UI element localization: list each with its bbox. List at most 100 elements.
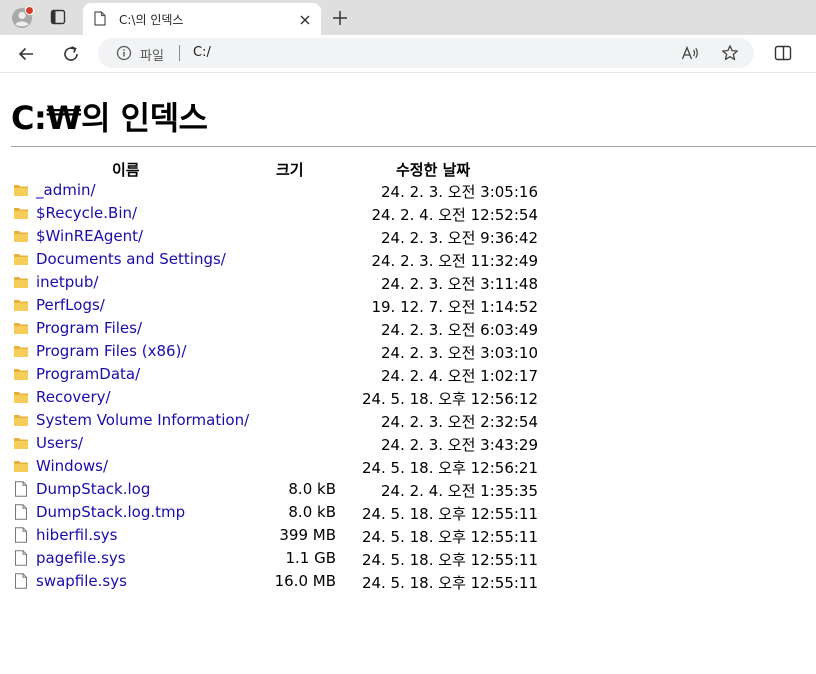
- folder-link[interactable]: Recovery/: [36, 388, 111, 406]
- table-row: Program Files (x86)/ 24. 2. 3. 오전 3:03:10: [0, 341, 816, 364]
- folder-icon: [13, 343, 29, 359]
- table-row: DumpStack.log.tmp 8.0 kB 24. 5. 18. 오후 12:…: [0, 502, 816, 525]
- file-icon: [13, 527, 29, 543]
- folder-icon: [13, 435, 29, 451]
- folder-link[interactable]: System Volume Information/: [36, 411, 249, 429]
- toolbar: 파일 C:/: [0, 35, 816, 73]
- folder-icon: [13, 228, 29, 244]
- folder-icon: [13, 458, 29, 474]
- folder-link[interactable]: PerfLogs/: [36, 296, 105, 314]
- modified-date: 24. 5. 18. 오후 12:55:11: [361, 505, 538, 523]
- active-tab[interactable]: C:\의 인덱스: [83, 3, 321, 35]
- modified-date: 24. 2. 3. 오전 11:32:49: [371, 252, 538, 270]
- file-link[interactable]: DumpStack.log.tmp: [36, 503, 185, 521]
- document-icon: [94, 11, 106, 26]
- close-tab-icon[interactable]: [298, 12, 312, 26]
- table-row: swapfile.sys 16.0 MB 24. 5. 18. 오후 12:55:1…: [0, 571, 816, 594]
- address-scheme-label: 파일: [140, 49, 164, 64]
- folder-link[interactable]: Windows/: [36, 457, 108, 475]
- folder-link[interactable]: inetpub/: [36, 273, 98, 291]
- table-row: System Volume Information/24. 2. 3. 오전 2…: [0, 410, 816, 433]
- read-aloud-icon[interactable]: [681, 45, 699, 61]
- refresh-icon[interactable]: [61, 44, 81, 64]
- column-header-size[interactable]: 크기: [276, 159, 304, 180]
- table-row: Users/24. 2. 3. 오전 3:43:29: [0, 433, 816, 456]
- table-row: PerfLogs/19. 12. 7. 오전 1:14:52: [0, 295, 816, 318]
- header-divider: [11, 146, 816, 147]
- table-row: _admin/24. 2. 3. 오전 3:05:16: [0, 180, 816, 203]
- table-row: Recovery/24. 5. 18. 오후 12:56:12: [0, 387, 816, 410]
- table-row: Documents and Settings/24. 2. 3. 오전 11:3…: [0, 249, 816, 272]
- modified-date: 24. 2. 3. 오전 3:43:29: [381, 436, 538, 454]
- folder-link[interactable]: Documents and Settings/: [36, 250, 226, 268]
- folder-link[interactable]: _admin/: [36, 181, 96, 199]
- modified-date: 24. 5. 18. 오후 12:56:21: [361, 459, 538, 477]
- folder-icon: [13, 251, 29, 267]
- folder-link[interactable]: ProgramData/: [36, 365, 140, 383]
- modified-date: 24. 2. 3. 오전 3:05:16: [381, 183, 538, 201]
- folder-link[interactable]: Users/: [36, 434, 83, 452]
- favorite-star-icon[interactable]: [721, 44, 739, 62]
- modified-date: 19. 12. 7. 오전 1:14:52: [371, 298, 538, 316]
- file-size: 1.1 GB: [285, 549, 336, 567]
- folder-icon: [13, 412, 29, 428]
- folder-icon: [13, 389, 29, 405]
- file-icon: [13, 573, 29, 589]
- file-icon: [13, 504, 29, 520]
- modified-date: 24. 2. 3. 오전 9:36:42: [381, 229, 538, 247]
- folder-link[interactable]: Program Files (x86)/: [36, 342, 186, 360]
- folder-icon: [13, 320, 29, 336]
- file-link[interactable]: DumpStack.log: [36, 480, 150, 498]
- tab-actions-icon[interactable]: [50, 9, 66, 25]
- column-header-name[interactable]: 이름: [112, 159, 140, 180]
- table-row: Windows/24. 5. 18. 오후 12:56:21: [0, 456, 816, 479]
- tab-strip: C:\의 인덱스: [0, 0, 816, 35]
- folder-icon: [13, 297, 29, 313]
- file-size: 8.0 kB: [288, 503, 336, 521]
- table-row: DumpStack.log 8.0 kB 24. 2. 4. 오전 1:35:35: [0, 479, 816, 502]
- file-size: 8.0 kB: [288, 480, 336, 498]
- modified-date: 24. 2. 3. 오전 3:11:48: [381, 275, 538, 293]
- modified-date: 24. 5. 18. 오후 12:55:11: [361, 528, 538, 546]
- modified-date: 24. 5. 18. 오후 12:56:12: [361, 390, 538, 408]
- directory-listing: _admin/24. 2. 3. 오전 3:05:16 $Recycle.Bin/…: [0, 180, 816, 594]
- tab-title: C:\의 인덱스: [119, 13, 184, 27]
- column-header-modified[interactable]: 수정한 날짜: [396, 159, 470, 180]
- file-icon: [13, 481, 29, 497]
- file-size: 16.0 MB: [274, 572, 336, 590]
- table-row: hiberfil.sys 399 MB 24. 5. 18. 오후 12:55:11: [0, 525, 816, 548]
- folder-link[interactable]: $Recycle.Bin/: [36, 204, 137, 222]
- folder-link[interactable]: $WinREAgent/: [36, 227, 143, 245]
- table-row: inetpub/24. 2. 3. 오전 3:11:48: [0, 272, 816, 295]
- folder-icon: [13, 274, 29, 290]
- table-row: Program Files/24. 2. 3. 오전 6:03:49: [0, 318, 816, 341]
- file-icon: [13, 550, 29, 566]
- address-url[interactable]: C:/: [193, 45, 211, 60]
- table-row: ProgramData/24. 2. 4. 오전 1:02:17: [0, 364, 816, 387]
- modified-date: 24. 2. 3. 오전 3:03:10: [381, 344, 538, 362]
- profile-avatar-icon[interactable]: [11, 6, 34, 29]
- file-link[interactable]: pagefile.sys: [36, 549, 126, 567]
- folder-link[interactable]: Program Files/: [36, 319, 142, 337]
- back-arrow-icon[interactable]: [16, 44, 36, 64]
- file-link[interactable]: swapfile.sys: [36, 572, 127, 590]
- folder-icon: [13, 182, 29, 198]
- folder-icon: [13, 366, 29, 382]
- address-divider: [179, 45, 180, 61]
- modified-date: 24. 2. 4. 오전 12:52:54: [371, 206, 538, 224]
- folder-icon: [13, 205, 29, 221]
- modified-date: 24. 5. 18. 오후 12:55:11: [361, 574, 538, 592]
- modified-date: 24. 2. 3. 오전 2:32:54: [381, 413, 538, 431]
- file-link[interactable]: hiberfil.sys: [36, 526, 117, 544]
- notification-dot: [25, 6, 34, 15]
- file-size: 399 MB: [279, 526, 336, 544]
- info-icon[interactable]: [116, 45, 132, 61]
- modified-date: 24. 2. 3. 오전 6:03:49: [381, 321, 538, 339]
- page-title: C:₩의 인덱스: [11, 99, 208, 137]
- modified-date: 24. 2. 4. 오전 1:02:17: [381, 367, 538, 385]
- modified-date: 24. 5. 18. 오후 12:55:11: [361, 551, 538, 569]
- modified-date: 24. 2. 4. 오전 1:35:35: [381, 482, 538, 500]
- address-bar[interactable]: 파일 C:/: [98, 38, 754, 68]
- new-tab-plus-icon[interactable]: [331, 9, 349, 27]
- split-screen-icon[interactable]: [774, 44, 792, 62]
